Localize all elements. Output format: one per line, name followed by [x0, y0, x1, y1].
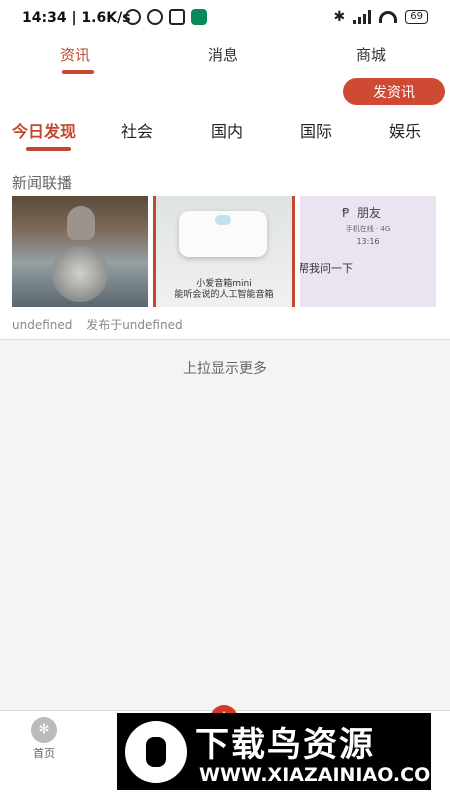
- category-tabs: 今日发现 社会 国内 国际 娱乐: [0, 118, 450, 148]
- content-area: [0, 340, 450, 710]
- chat-contact-name: 朋友: [357, 206, 382, 220]
- news-images[interactable]: 小爱音箱mini 能听会说的人工智能音箱 Ᵽ 朋友 手机在线 · 4G 13:1…: [12, 196, 436, 307]
- tiger-reflection: [52, 246, 108, 302]
- cat-figure: [67, 206, 95, 240]
- chat-logo-icon: Ᵽ: [342, 206, 350, 220]
- alarm-icon: [147, 9, 163, 25]
- speaker-device: [179, 211, 267, 257]
- speaker-caption-sub: 能听会说的人工智能音箱: [174, 290, 274, 300]
- post-news-button[interactable]: 发资讯: [343, 78, 445, 105]
- nfc-icon: [169, 9, 185, 25]
- status-bar: 14:34 | 1.6K/s ✱ 69: [0, 0, 450, 34]
- battery-icon: 69: [405, 10, 428, 24]
- top-tabs: 资讯 消息 商城: [0, 40, 450, 80]
- watermark-logo-icon: [125, 721, 187, 783]
- status-time: 14:34 | 1.6K/s: [22, 10, 131, 26]
- signal-icon: [353, 10, 372, 24]
- load-more-hint: 上拉显示更多: [183, 361, 267, 377]
- tab-active-indicator: [62, 70, 94, 74]
- status-right: ✱ 69: [334, 9, 428, 25]
- tab-mall[interactable]: 商城: [356, 44, 386, 65]
- chat-message: 帮我问一下: [300, 262, 353, 275]
- mute-icon: [125, 9, 141, 25]
- cat-tiger-image[interactable]: [12, 196, 148, 307]
- app-notification-icon: [191, 9, 207, 25]
- news-meta: undefined 发布于undefined: [12, 316, 193, 333]
- news-author: undefined: [12, 318, 73, 332]
- section-title: 新闻联播: [12, 174, 73, 192]
- watermark-url: WWW.XIAZAINIAO.COM: [199, 764, 450, 786]
- chat-contact-status: 手机在线 · 4G: [345, 225, 391, 233]
- status-icons: [125, 9, 207, 25]
- nav-home[interactable]: ✻ 首页: [31, 717, 57, 761]
- tab-messages[interactable]: 消息: [208, 44, 238, 65]
- nav-home-label: 首页: [33, 747, 55, 760]
- category-active-indicator: [26, 147, 71, 151]
- watermark: 下载鸟资源 WWW.XIAZAINIAO.COM: [117, 713, 449, 790]
- news-published: 发布于undefined: [86, 318, 183, 332]
- wifi-icon: [379, 11, 398, 23]
- watermark-title: 下载鸟资源: [195, 725, 375, 765]
- tab-news[interactable]: 资讯: [60, 44, 90, 65]
- category-society[interactable]: 社会: [121, 118, 153, 142]
- category-domestic[interactable]: 国内: [211, 118, 243, 142]
- speaker-image[interactable]: 小爱音箱mini 能听会说的人工智能音箱: [153, 196, 295, 307]
- category-international[interactable]: 国际: [300, 118, 332, 142]
- category-entertainment[interactable]: 娱乐: [389, 118, 421, 142]
- home-icon: ✻: [31, 717, 57, 743]
- chat-time: 13:16: [356, 237, 380, 246]
- chat-screenshot-image[interactable]: Ᵽ 朋友 手机在线 · 4G 13:16 帮我问一下: [300, 196, 436, 307]
- category-today[interactable]: 今日发现: [12, 118, 76, 142]
- bluetooth-icon: ✱: [333, 9, 346, 25]
